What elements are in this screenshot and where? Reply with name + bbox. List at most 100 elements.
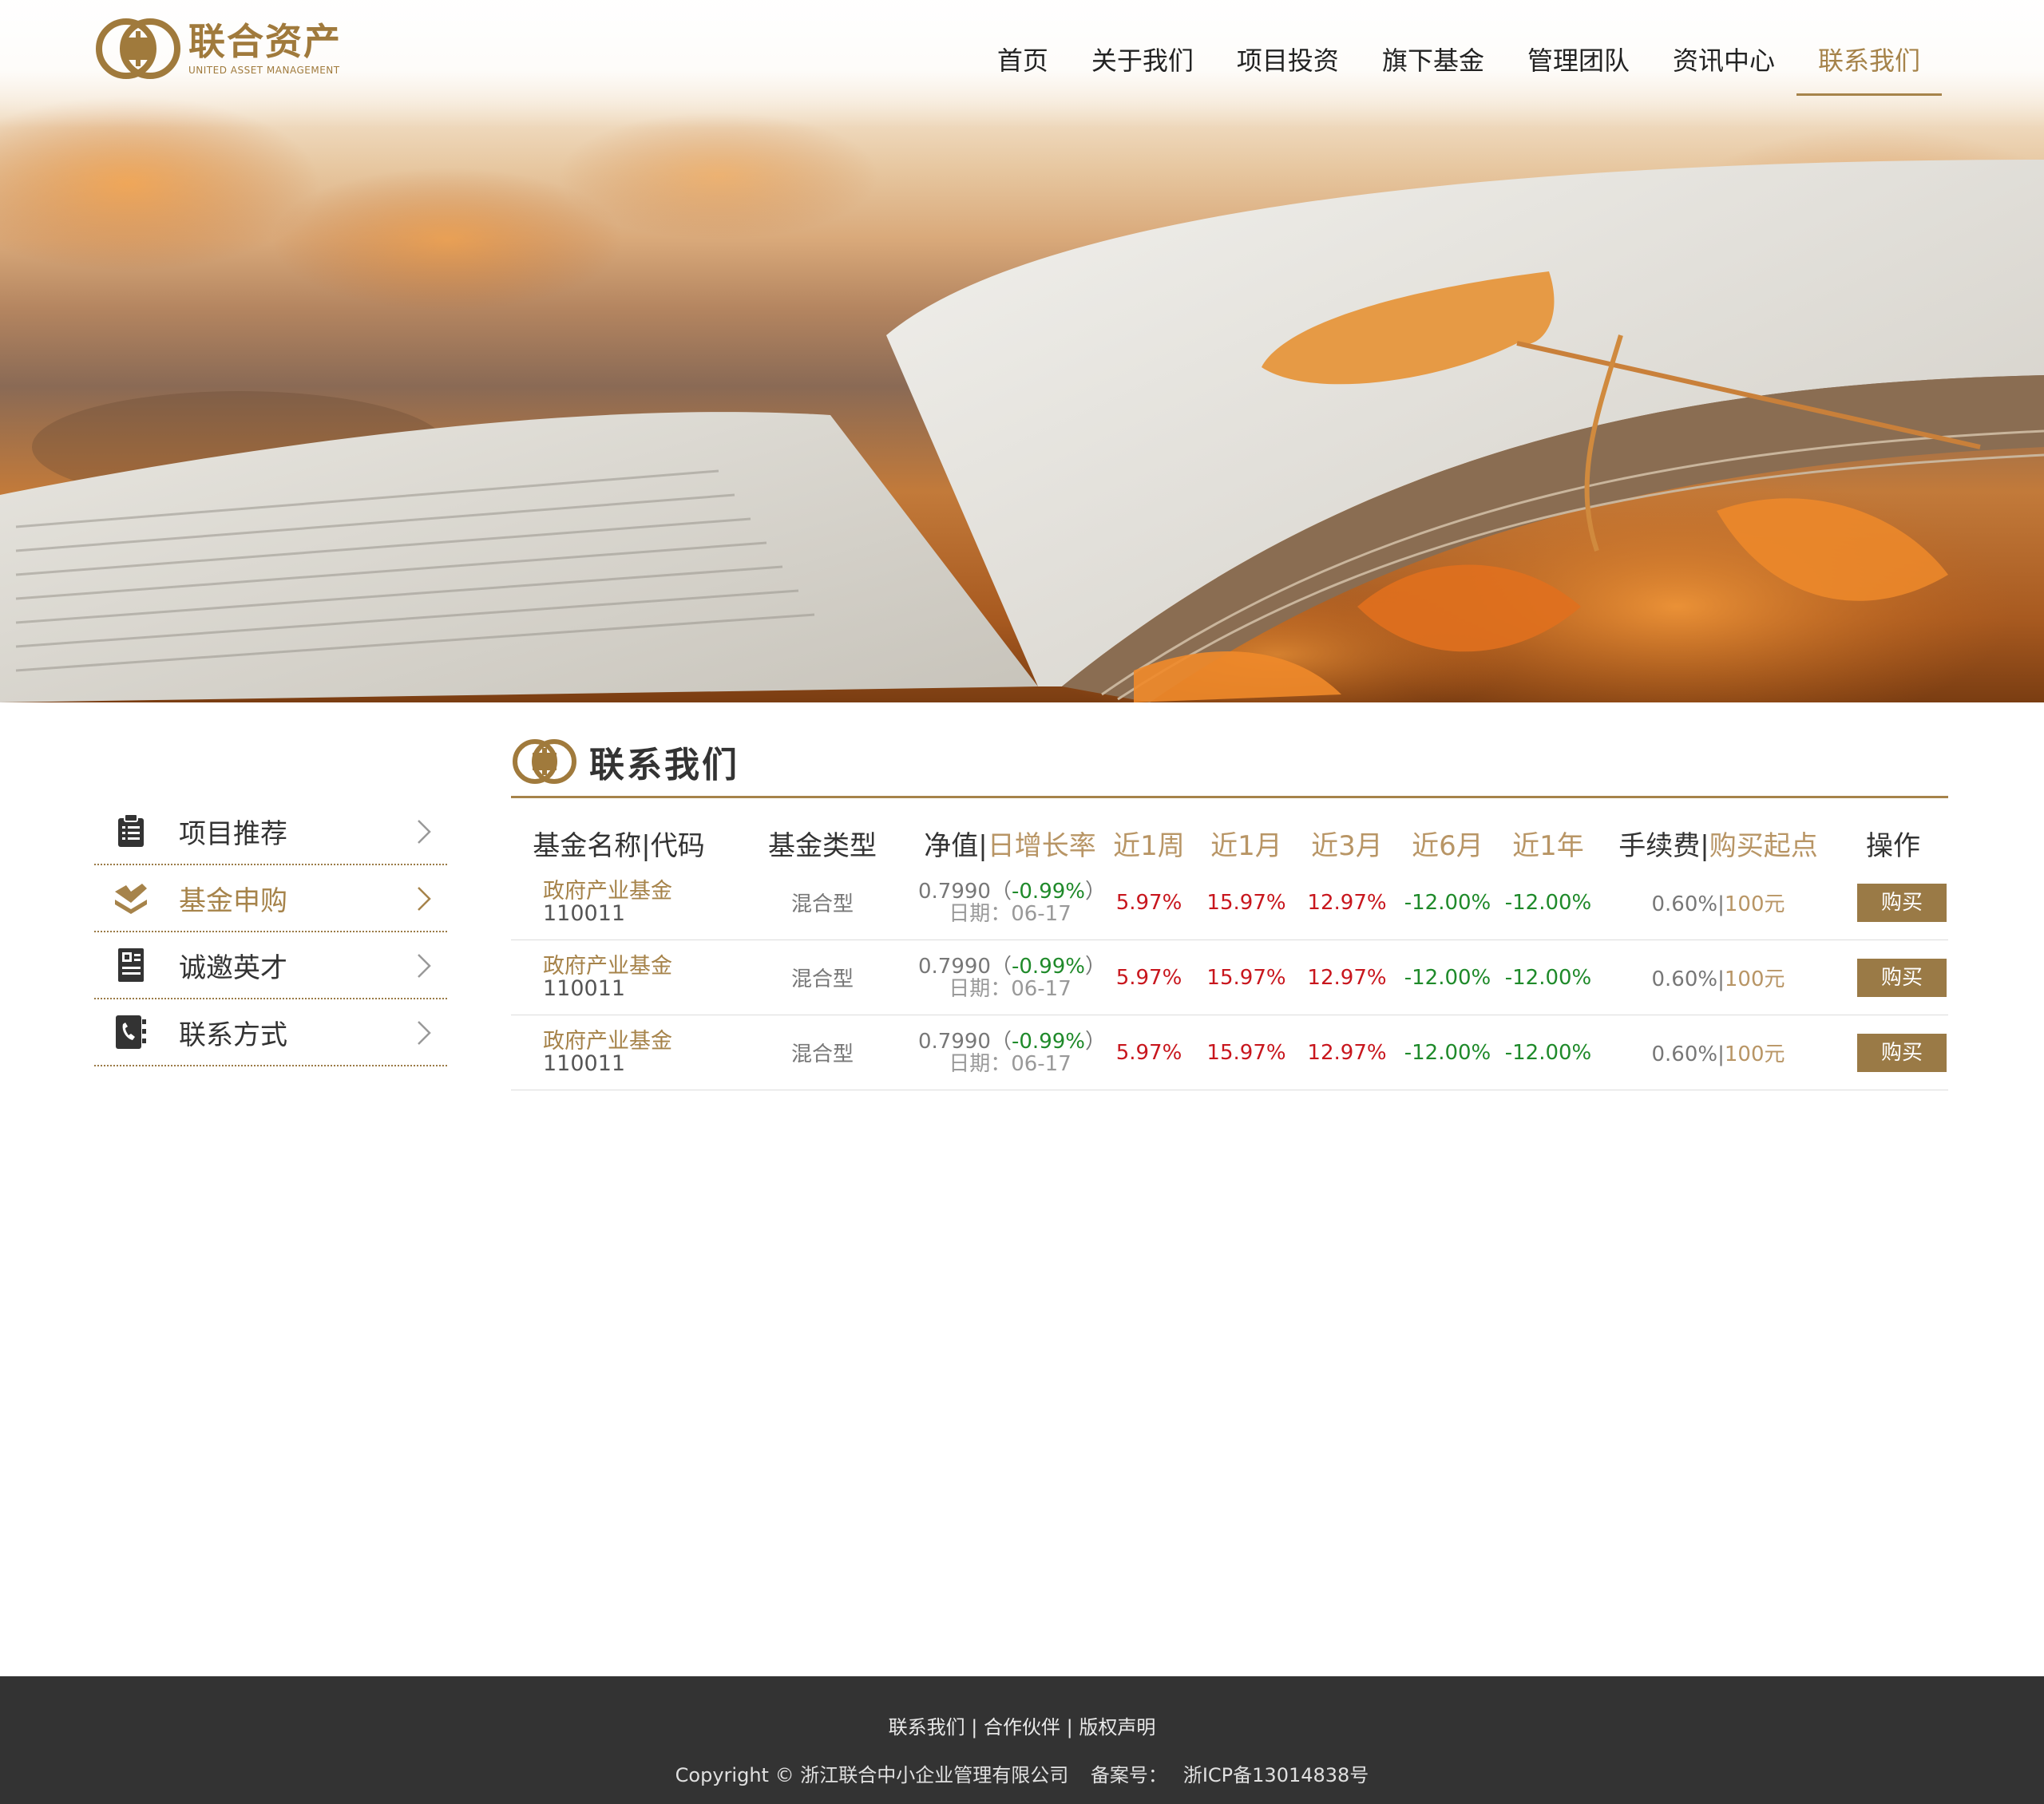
chevron-right-icon: [418, 954, 431, 978]
return-1w: 5.97%: [1115, 1040, 1182, 1065]
return-6m: -12.00%: [1404, 890, 1491, 915]
icp-label: 备案号：: [1090, 1764, 1167, 1786]
fund-name-link[interactable]: 政府产业基金: [511, 880, 727, 903]
fee-cell: 0.60%|100元: [1651, 1042, 1785, 1066]
sidebar-item-careers[interactable]: 诚邀英才: [94, 932, 447, 999]
return-1m: 15.97%: [1206, 1040, 1286, 1065]
col-header-6m: 近6月: [1412, 829, 1483, 862]
fee-value: 0.60%: [1651, 892, 1718, 916]
col-header-1w: 近1周: [1113, 829, 1185, 862]
fund-table: 基金名称|代码 基金类型 净值|日增长率 近1周 近1月 近3月 近6月 近1年…: [511, 821, 1948, 1090]
section-header: 联系我们: [511, 726, 1948, 798]
nav-cell: 0.7990（-0.99%） 日期：06-17: [918, 879, 1106, 926]
fund-name-link[interactable]: 政府产业基金: [511, 1030, 727, 1053]
fee-value: 0.60%: [1651, 967, 1718, 991]
col-header-fee-min: 手续费|购买起点: [1618, 829, 1818, 862]
nav-item-news[interactable]: 资讯中心: [1651, 35, 1796, 96]
daily-change: -0.99%: [1012, 879, 1085, 904]
return-1y: -12.00%: [1504, 890, 1592, 915]
col-header-name-code: 基金名称|代码: [533, 829, 705, 862]
min-purchase: 100元: [1724, 892, 1785, 916]
buy-button[interactable]: 购买: [1857, 958, 1947, 997]
logo-name-cn: 联合资产: [188, 20, 342, 63]
footer-link-partners[interactable]: 合作伙伴: [984, 1716, 1060, 1739]
fund-name-cell: 政府产业基金 110011: [511, 955, 727, 1000]
chevron-right-icon: [418, 820, 431, 844]
nav-cell: 0.7990（-0.99%） 日期：06-17: [918, 954, 1106, 1001]
fee-cell: 0.60%|100元: [1651, 892, 1785, 916]
resume-icon: [112, 946, 150, 984]
nav-value: 0.7990: [918, 1029, 991, 1054]
sidebar-item-label: 基金申购: [179, 884, 287, 917]
logo-emblem-icon: [513, 738, 576, 784]
nav-item-projects[interactable]: 项目投资: [1215, 35, 1361, 96]
nav-date: 06-17: [1011, 1051, 1072, 1076]
fund-code: 110011: [543, 975, 626, 1001]
fee-value: 0.60%: [1651, 1042, 1718, 1066]
layers-check-icon: [112, 879, 150, 917]
min-purchase: 100元: [1724, 967, 1785, 991]
sidebar-item-label: 项目推荐: [179, 817, 287, 850]
sidebar-item-label: 诚邀英才: [179, 951, 287, 984]
fund-type: 混合型: [790, 892, 854, 916]
table-header-row: 基金名称|代码 基金类型 净值|日增长率 近1周 近1月 近3月 近6月 近1年…: [511, 821, 1948, 865]
date-label: 日期：: [949, 976, 1012, 1001]
nav-date: 06-17: [1011, 976, 1072, 1001]
return-1m: 15.97%: [1206, 965, 1286, 990]
daily-change: -0.99%: [1012, 1029, 1085, 1054]
chevron-right-icon: [418, 1021, 431, 1045]
buy-button[interactable]: 购买: [1857, 1033, 1947, 1072]
nav-cell: 0.7990（-0.99%） 日期：06-17: [918, 1029, 1106, 1076]
nav-item-team[interactable]: 管理团队: [1506, 35, 1651, 96]
return-6m: -12.00%: [1404, 965, 1491, 990]
sidebar-item-contact[interactable]: 联系方式: [94, 999, 447, 1066]
main-nav: 首页 关于我们 项目投资 旗下基金 管理团队 资讯中心 联系我们: [976, 35, 1942, 96]
daily-change: -0.99%: [1012, 954, 1085, 979]
logo-name-en: UNITED ASSET MANAGEMENT: [188, 65, 340, 76]
date-label: 日期：: [949, 901, 1012, 926]
nav-value: 0.7990: [918, 954, 991, 979]
fund-code: 110011: [543, 900, 626, 926]
footer-link-contact[interactable]: 联系我们: [889, 1716, 965, 1739]
return-1y: -12.00%: [1504, 1040, 1592, 1065]
fund-name-cell: 政府产业基金 110011: [511, 880, 727, 925]
nav-item-contact[interactable]: 联系我们: [1796, 35, 1942, 96]
return-1y: -12.00%: [1504, 965, 1592, 990]
return-3m: 12.97%: [1307, 1040, 1387, 1065]
buy-button[interactable]: 购买: [1857, 883, 1947, 922]
sidebar-item-fund-subscribe[interactable]: 基金申购: [94, 865, 447, 932]
logo-emblem-icon: [96, 18, 180, 79]
footer-links: 联系我们 | 合作伙伴 | 版权声明: [888, 1716, 1156, 1739]
nav-item-funds[interactable]: 旗下基金: [1361, 35, 1506, 96]
return-1w: 5.97%: [1115, 965, 1182, 990]
nav-date: 06-17: [1011, 901, 1072, 926]
col-header-1y: 近1年: [1512, 829, 1584, 862]
table-row: 政府产业基金 110011 混合型 0.7990（-0.99%） 日期：06-1…: [511, 865, 1948, 940]
nav-item-about[interactable]: 关于我们: [1070, 35, 1215, 96]
op-cell: 购买: [1838, 1033, 1948, 1072]
footer-copyright: Copyright © 浙江联合中小企业管理有限公司 备案号： 浙ICP备1301…: [0, 1759, 2044, 1787]
fund-code: 110011: [543, 1050, 626, 1076]
brand-logo[interactable]: 联合资产 UNITED ASSET MANAGEMENT: [94, 14, 366, 83]
clipboard-icon: [112, 812, 150, 850]
copyright-text: Copyright © 浙江联合中小企业管理有限公司: [675, 1764, 1069, 1786]
col-header-3m: 近3月: [1311, 829, 1383, 862]
return-3m: 12.97%: [1307, 890, 1387, 915]
sidebar-item-projects[interactable]: 项目推荐: [94, 798, 447, 865]
fund-type: 混合型: [790, 967, 854, 991]
op-cell: 购买: [1838, 958, 1948, 997]
hero-banner: [0, 0, 2044, 702]
footer-link-copyright[interactable]: 版权声明: [1079, 1716, 1155, 1739]
col-header-1m: 近1月: [1210, 829, 1282, 862]
chevron-right-icon: [418, 887, 431, 911]
return-1m: 15.97%: [1206, 890, 1286, 915]
return-3m: 12.97%: [1307, 965, 1387, 990]
sidebar: 项目推荐 基金申购 诚邀英才 联系方式: [94, 798, 447, 1066]
sidebar-item-label: 联系方式: [179, 1019, 287, 1051]
min-purchase: 100元: [1724, 1042, 1785, 1066]
table-row: 政府产业基金 110011 混合型 0.7990（-0.99%） 日期：06-1…: [511, 1015, 1948, 1090]
table-row: 政府产业基金 110011 混合型 0.7990（-0.99%） 日期：06-1…: [511, 940, 1948, 1015]
fund-name-link[interactable]: 政府产业基金: [511, 955, 727, 978]
nav-item-home[interactable]: 首页: [976, 35, 1070, 96]
nav-value: 0.7990: [918, 879, 991, 904]
